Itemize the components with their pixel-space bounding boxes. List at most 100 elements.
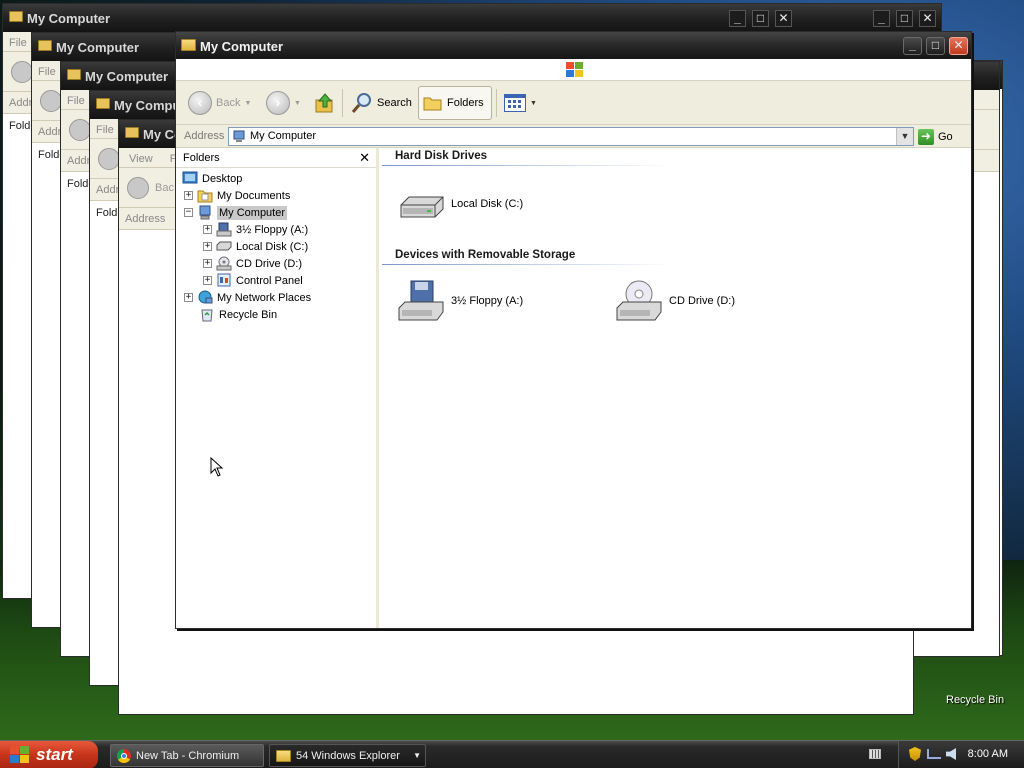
back-icon[interactable] xyxy=(40,90,62,112)
expand-icon[interactable]: + xyxy=(203,259,212,268)
tree-label: Control Panel xyxy=(236,274,303,287)
folder-up-icon xyxy=(314,92,336,114)
folders-pane: Folders ✕ Desktop + My Documents − My Co… xyxy=(176,148,379,628)
maximize-icon[interactable]: □ xyxy=(752,10,769,27)
expand-icon[interactable]: + xyxy=(184,191,193,200)
group-heading-removable-storage: Devices with Removable Storage xyxy=(395,249,576,261)
start-button[interactable]: start xyxy=(0,741,98,768)
search-icon xyxy=(351,92,373,114)
dropdown-arrow-icon[interactable]: ▼ xyxy=(294,100,301,107)
close-icon[interactable]: ✕ xyxy=(359,150,370,166)
expand-icon[interactable]: + xyxy=(203,276,212,285)
tree-label: Desktop xyxy=(202,172,243,185)
folder-icon xyxy=(181,39,196,51)
hard-disk-icon xyxy=(216,239,232,254)
tree-label: My Computer xyxy=(217,205,288,220)
address-bar: Address My Computer ▼ ➜ Go xyxy=(176,125,971,148)
group-divider xyxy=(382,165,672,166)
drive-label: CD Drive (D:) xyxy=(669,295,735,307)
drive-local-disk-c[interactable]: Local Disk (C:) xyxy=(397,183,523,225)
folders-pane-header: Folders ✕ xyxy=(176,148,376,168)
back-label[interactable]: Bac xyxy=(155,182,174,194)
drive-floppy-a[interactable]: 3½ Floppy (A:) xyxy=(397,280,523,322)
windows-flag-icon xyxy=(10,746,30,764)
title-bar[interactable]: My Computer _ □ ✕ xyxy=(176,32,971,59)
minimize-button[interactable]: _ xyxy=(903,37,922,55)
folder-icon xyxy=(9,11,23,22)
back-icon[interactable] xyxy=(98,148,120,170)
main-window[interactable]: My Computer _ □ ✕ ‹ Back ▼ › ▼ Search Fo… xyxy=(175,31,972,629)
desktop-recycle-bin-label[interactable]: Recycle Bin xyxy=(946,694,1004,706)
clock[interactable]: 8:00 AM xyxy=(968,748,1008,760)
folders-icon xyxy=(423,95,443,111)
taskbar: start New Tab - Chromium 54 Windows Expl… xyxy=(0,740,1024,768)
back-icon[interactable] xyxy=(11,61,33,83)
group-dropdown-icon[interactable]: ▼ xyxy=(413,751,421,760)
expand-icon[interactable]: + xyxy=(184,293,193,302)
network-icon[interactable] xyxy=(927,749,941,759)
window-title: My Compu xyxy=(114,98,181,113)
drive-cd-d[interactable]: CD Drive (D:) xyxy=(615,280,735,322)
tree-item-desktop[interactable]: Desktop xyxy=(182,170,242,187)
dropdown-arrow-icon[interactable]: ▼ xyxy=(530,100,537,107)
close-icon[interactable]: ✕ xyxy=(775,10,792,27)
back-icon[interactable] xyxy=(127,177,149,199)
recycle-bin-icon xyxy=(199,307,215,322)
taskbar-item-chromium[interactable]: New Tab - Chromium xyxy=(110,744,264,767)
tree-item-network-places[interactable]: + My Network Places xyxy=(184,289,311,306)
collapse-icon[interactable]: − xyxy=(184,208,193,217)
minimize-icon[interactable]: _ xyxy=(873,10,890,27)
tree-item-recycle-bin[interactable]: Recycle Bin xyxy=(199,306,277,323)
go-button[interactable]: ➜ Go xyxy=(918,127,953,146)
security-shield-icon[interactable] xyxy=(909,747,921,761)
up-button[interactable] xyxy=(310,86,340,120)
close-icon[interactable]: ✕ xyxy=(919,10,936,27)
drive-label: 3½ Floppy (A:) xyxy=(451,295,524,307)
maximize-icon[interactable]: □ xyxy=(896,10,913,27)
mouse-cursor-icon xyxy=(210,457,224,477)
system-tray: 8:00 AM xyxy=(898,741,1024,768)
folder-icon xyxy=(276,749,291,762)
window-title: My Computer xyxy=(27,11,111,26)
address-input[interactable]: My Computer ▼ xyxy=(228,127,914,146)
folders-pane-title: Folders xyxy=(183,152,220,164)
tree-item-my-computer[interactable]: − My Computer xyxy=(184,204,288,221)
tree-item-control-panel[interactable]: + Control Panel xyxy=(203,272,303,289)
windows-logo-icon xyxy=(566,62,583,78)
forward-button[interactable]: › ▼ xyxy=(262,86,305,120)
dropdown-arrow-icon[interactable]: ▼ xyxy=(244,100,251,107)
tree-item-cd-drive[interactable]: + CD Drive (D:) xyxy=(203,255,302,272)
toolbar: ‹ Back ▼ › ▼ Search Folders ▼ xyxy=(176,81,971,125)
views-button[interactable]: ▼ xyxy=(500,86,541,120)
minimize-icon[interactable]: _ xyxy=(729,10,746,27)
folders-label: Fold xyxy=(96,207,118,219)
folder-icon xyxy=(67,69,81,80)
back-icon[interactable] xyxy=(69,119,91,141)
task-label: New Tab - Chromium xyxy=(136,749,240,762)
tree-item-local-disk[interactable]: + Local Disk (C:) xyxy=(203,238,308,255)
titlebar[interactable]: My Computer _ □ ✕ _ □ ✕ xyxy=(3,4,941,32)
cd-drive-icon xyxy=(615,280,663,322)
folders-label: Folders xyxy=(447,97,484,109)
back-button[interactable]: ‹ Back ▼ xyxy=(184,86,255,120)
expand-icon[interactable]: + xyxy=(203,242,212,251)
tree-item-my-documents[interactable]: + My Documents xyxy=(184,187,290,204)
floppy-icon xyxy=(216,222,232,237)
expand-icon[interactable]: + xyxy=(203,225,212,234)
back-arrow-icon: ‹ xyxy=(188,91,212,115)
keyboard-icon[interactable] xyxy=(869,749,881,759)
close-button[interactable]: ✕ xyxy=(949,37,968,55)
back-label: Back xyxy=(216,97,241,109)
menu-view[interactable]: View xyxy=(129,153,153,165)
address-dropdown-icon[interactable]: ▼ xyxy=(896,128,913,145)
taskbar-item-windows-explorer[interactable]: 54 Windows Explorer ▼ xyxy=(269,744,426,767)
folders-button[interactable]: Folders xyxy=(418,86,492,120)
tree-item-floppy[interactable]: + 3½ Floppy (A:) xyxy=(203,221,308,238)
go-arrow-icon: ➜ xyxy=(918,128,934,145)
volume-icon[interactable] xyxy=(946,748,956,760)
tree-label: My Network Places xyxy=(217,291,312,304)
search-button[interactable]: Search xyxy=(347,86,416,120)
cd-drive-icon xyxy=(216,256,232,271)
maximize-button[interactable]: □ xyxy=(926,37,945,55)
folder-icon xyxy=(125,127,139,138)
